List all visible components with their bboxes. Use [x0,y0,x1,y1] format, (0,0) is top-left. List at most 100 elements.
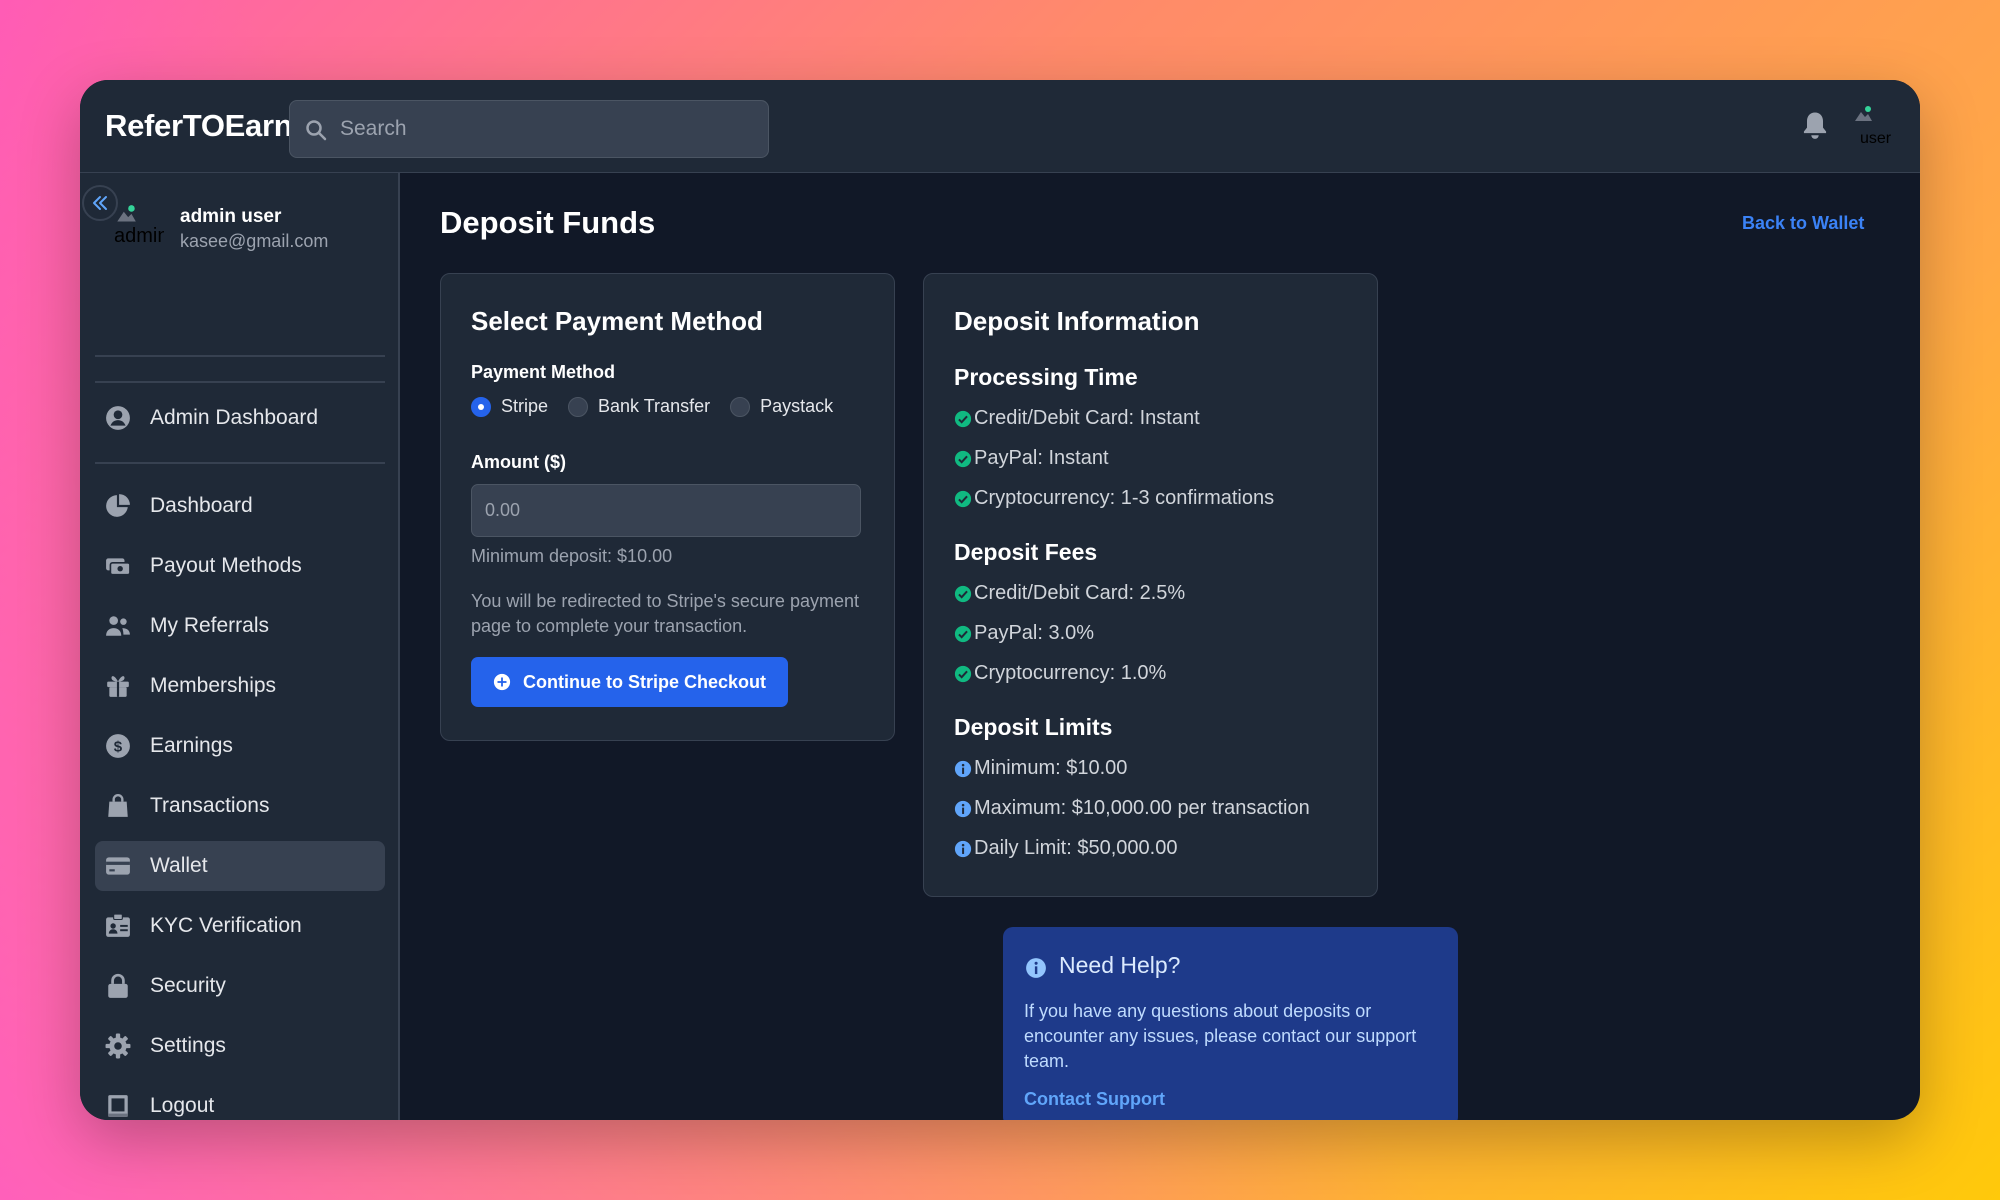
sidebar-item-kyc-verification[interactable]: KYC Verification [95,901,385,951]
check-circle-icon [954,410,972,427]
deposit-limits-heading: Deposit Limits [954,714,1113,740]
check-circle-icon [954,490,972,507]
sidebar-item-label: Earnings [150,734,233,757]
divider [95,381,385,383]
radio-paystack[interactable]: Paystack [730,396,833,417]
info-circle-icon [954,840,972,857]
plus-circle-icon [493,673,511,691]
search-input[interactable] [340,101,760,157]
sidebar-item-earnings[interactable]: $ Earnings [95,721,385,771]
sidebar-item-payout-methods[interactable]: Payout Methods [95,541,385,591]
limit-text: Maximum: $10,000.00 per transaction [974,797,1310,819]
payment-method-card: Select Payment Method Payment Method Str… [440,273,895,741]
sidebar: admin admin user kasee@gmail.com Admin D… [80,173,400,1120]
fee-item: Cryptocurrency: 1.0% [954,662,1166,685]
back-to-wallet-link[interactable]: Back to Wallet [1742,213,1864,234]
help-title: Need Help? [1059,952,1181,978]
info-circle-icon [954,800,972,817]
user-circle-icon [106,406,130,430]
users-icon [106,616,130,636]
credit-card-icon [106,857,130,875]
sidebar-item-label: KYC Verification [150,914,302,937]
radio-button-selected[interactable] [471,396,491,417]
sidebar-item-admin-dashboard[interactable]: Admin Dashboard [95,393,385,443]
sidebar-item-label: Transactions [150,794,270,817]
processing-time-heading: Processing Time [954,364,1138,390]
radio-button[interactable] [568,396,589,417]
sidebar-item-label: Dashboard [150,494,253,517]
logout-icon [108,1095,128,1117]
divider [95,355,385,357]
sidebar-item-label: Wallet [150,854,208,877]
shopping-bag-icon [108,793,128,817]
sidebar-item-label: Security [150,974,226,997]
limit-item: Maximum: $10,000.00 per transaction [954,797,1310,820]
sidebar-item-transactions[interactable]: Transactions [95,781,385,831]
payment-card-title: Select Payment Method [471,306,763,336]
deposit-information-card: Deposit Information Processing Time Cred… [923,273,1378,897]
sidebar-item-logout[interactable]: Logout [95,1081,385,1120]
radio-button[interactable] [730,396,751,417]
gift-icon [107,676,129,697]
brand-logo[interactable]: ReferTOEarn [105,108,293,144]
user-avatar-alt: user [1860,130,1892,147]
processing-text: PayPal: Instant [974,447,1109,469]
sidebar-item-label: Settings [150,1034,226,1057]
contact-support-link[interactable]: Contact Support [1024,1089,1165,1110]
payment-method-radio-group: Stripe Bank Transfer Paystack [471,396,853,417]
profile-email: kasee@gmail.com [180,231,329,251]
check-circle-icon [954,450,972,467]
info-circle-icon [954,760,972,777]
need-help-card: Need Help? If you have any questions abo… [1003,927,1458,1120]
limit-text: Minimum: $10.00 [974,757,1128,779]
search-icon [306,120,327,141]
processing-text: Credit/Debit Card: Instant [974,407,1200,429]
sidebar-item-my-referrals[interactable]: My Referrals [95,601,385,651]
radio-stripe[interactable]: Stripe [471,396,548,417]
broken-image-icon [1855,106,1872,121]
fee-text: Cryptocurrency: 1.0% [974,662,1167,684]
user-avatar[interactable]: user [1852,104,1898,150]
sidebar-item-label: My Referrals [150,614,270,637]
profile-name: admin user [180,206,282,227]
limit-item: Minimum: $10.00 [954,757,1127,780]
top-header: ReferTOEarn user [80,80,1920,173]
limit-text: Daily Limit: $50,000.00 [974,837,1178,859]
check-circle-icon [954,665,972,682]
processing-item: Credit/Debit Card: Instant [954,407,1200,430]
fee-item: PayPal: 3.0% [954,622,1094,645]
help-text: If you have any questions about deposits… [1024,1001,1417,1071]
radio-label: Stripe [501,396,549,416]
check-circle-icon [954,625,972,642]
gear-icon [105,1033,131,1059]
money-bill-icon [106,558,131,576]
profile-avatar: admin [114,203,164,253]
fee-text: PayPal: 3.0% [974,622,1095,644]
sidebar-item-dashboard[interactable]: Dashboard [95,481,385,531]
page-title: Deposit Funds [440,205,656,240]
processing-text: Cryptocurrency: 1-3 confirmations [974,487,1275,509]
sidebar-item-security[interactable]: Security [95,961,385,1011]
amount-input[interactable] [471,484,861,537]
processing-item: Cryptocurrency: 1-3 confirmations [954,487,1274,510]
lock-icon [108,973,128,998]
search-box[interactable] [289,100,769,158]
radio-bank-transfer[interactable]: Bank Transfer [568,396,710,417]
minimum-deposit-note: Minimum deposit: $10.00 [471,546,673,566]
button-label: Continue to Stripe Checkout [523,671,766,692]
sidebar-item-settings[interactable]: Settings [95,1021,385,1071]
sidebar-item-label: Admin Dashboard [150,406,319,429]
continue-stripe-checkout-button[interactable]: Continue to Stripe Checkout [471,657,788,707]
svg-text:$: $ [114,738,123,755]
info-card-title: Deposit Information [954,306,1200,336]
bell-icon[interactable] [1800,110,1830,142]
collapse-sidebar-button[interactable] [82,185,118,221]
pie-chart-icon [106,494,130,517]
processing-item: PayPal: Instant [954,447,1109,470]
sidebar-item-label: Payout Methods [150,554,302,577]
sidebar-item-wallet[interactable]: Wallet [95,841,385,891]
sidebar-item-memberships[interactable]: Memberships [95,661,385,711]
radio-label: Paystack [760,396,834,416]
redirect-note: You will be redirected to Stripe's secur… [471,591,859,636]
id-card-icon [106,913,130,937]
